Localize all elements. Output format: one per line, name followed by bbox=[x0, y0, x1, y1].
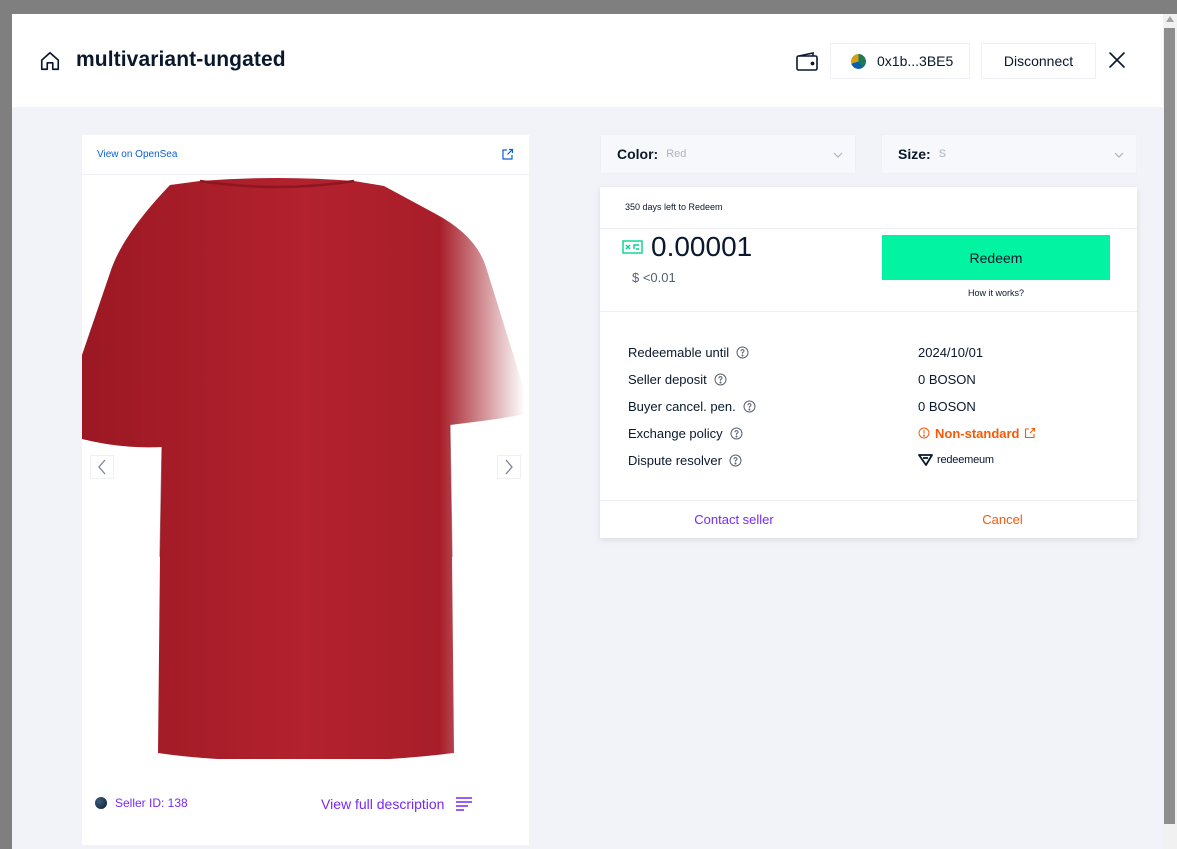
detail-label-text: Seller deposit bbox=[628, 371, 707, 387]
wallet-address-button[interactable]: 0x1b...3BE5 bbox=[830, 43, 970, 79]
chevron-left-icon bbox=[98, 459, 106, 475]
scroll-up-arrow-icon[interactable] bbox=[1166, 16, 1174, 22]
help-circle-icon[interactable] bbox=[729, 454, 742, 467]
text-lines-icon bbox=[456, 797, 473, 811]
detail-label-redeemable-until: Redeemable until bbox=[628, 343, 749, 361]
contact-seller-button[interactable]: Contact seller bbox=[600, 512, 868, 527]
disconnect-button[interactable]: Disconnect bbox=[981, 43, 1096, 79]
exchange-policy-value: Non-standard bbox=[935, 425, 1020, 441]
seller-avatar bbox=[95, 797, 107, 809]
external-link-icon[interactable] bbox=[501, 148, 514, 161]
help-circle-icon[interactable] bbox=[730, 427, 743, 440]
chevron-down-icon bbox=[833, 152, 843, 158]
divider bbox=[600, 228, 1137, 229]
avatar bbox=[851, 53, 866, 69]
redeem-button[interactable]: Redeem bbox=[882, 235, 1110, 280]
chevron-right-icon bbox=[505, 459, 513, 475]
detail-label-text: Redeemable until bbox=[628, 344, 730, 360]
wallet-icon[interactable] bbox=[795, 51, 819, 73]
detail-label-text: Dispute resolver bbox=[628, 452, 722, 468]
divider bbox=[600, 311, 1137, 312]
close-icon[interactable] bbox=[1107, 50, 1127, 70]
divider bbox=[600, 500, 1137, 501]
page-title: multivariant-ungated bbox=[76, 48, 286, 71]
scrollbar-thumb[interactable] bbox=[1164, 28, 1175, 824]
chevron-down-icon bbox=[1114, 152, 1124, 158]
warning-circle-icon bbox=[918, 427, 930, 439]
product-image bbox=[82, 177, 529, 759]
seller-link[interactable]: Seller ID: 138 bbox=[95, 796, 188, 810]
opensea-bar: View on OpenSea bbox=[82, 135, 529, 175]
how-it-works-link[interactable]: How it works? bbox=[882, 288, 1110, 298]
size-select[interactable]: Size: S bbox=[881, 134, 1137, 174]
detail-label-buyer-cancel-penalty: Buyer cancel. pen. bbox=[628, 397, 756, 415]
price-value: 0.00001 bbox=[651, 231, 753, 262]
wallet-address: 0x1b...3BE5 bbox=[877, 53, 954, 69]
size-select-value: S bbox=[938, 148, 947, 160]
redeem-panel: 350 days left to Redeem 0.00001 $ <0.01 … bbox=[600, 187, 1137, 538]
detail-value-seller-deposit: 0 BOSON bbox=[918, 371, 976, 387]
detail-label-seller-deposit: Seller deposit bbox=[628, 370, 727, 388]
detail-value-buyer-cancel-penalty: 0 BOSON bbox=[918, 398, 976, 414]
help-circle-icon[interactable] bbox=[736, 346, 749, 359]
boson-token-icon bbox=[622, 240, 643, 254]
color-select[interactable]: Color: Red bbox=[600, 134, 856, 174]
color-select-value: Red bbox=[666, 148, 687, 160]
detail-label-text: Buyer cancel. pen. bbox=[628, 398, 736, 414]
dispute-resolver-name: redeemeum bbox=[937, 454, 994, 466]
seller-id-label: Seller ID: 138 bbox=[115, 796, 188, 810]
days-left-label: 350 days left to Redeem bbox=[625, 202, 723, 212]
product-modal: multivariant-ungated 0x1b...3BE5 Disconn… bbox=[12, 14, 1163, 849]
cancel-button[interactable]: Cancel bbox=[868, 512, 1137, 527]
price-usd: $ <0.01 bbox=[632, 270, 676, 285]
product-image-card: View on OpenSea Seller ID: 138 View full… bbox=[82, 135, 529, 845]
carousel-next-button[interactable] bbox=[497, 455, 521, 479]
full-description-label: View full description bbox=[321, 796, 445, 812]
size-select-label: Size: bbox=[898, 146, 931, 162]
view-full-description-link[interactable]: View full description bbox=[321, 793, 475, 815]
modal-header: multivariant-ungated 0x1b...3BE5 Disconn… bbox=[12, 14, 1163, 107]
help-circle-icon[interactable] bbox=[714, 373, 727, 386]
view-on-opensea-link[interactable]: View on OpenSea bbox=[97, 149, 177, 160]
detail-value-redeemable-until: 2024/10/01 bbox=[918, 344, 984, 360]
carousel-prev-button[interactable] bbox=[90, 455, 114, 479]
help-circle-icon[interactable] bbox=[743, 400, 756, 413]
external-link-icon bbox=[1024, 427, 1035, 439]
exchange-policy-link[interactable]: Non-standard bbox=[918, 424, 1036, 442]
detail-label-dispute-resolver: Dispute resolver bbox=[628, 451, 742, 469]
redeemeum-logo-icon bbox=[918, 454, 933, 466]
home-icon[interactable] bbox=[39, 50, 61, 72]
color-select-label: Color: bbox=[617, 146, 659, 162]
detail-label-exchange-policy: Exchange policy bbox=[628, 424, 743, 442]
detail-label-text: Exchange policy bbox=[628, 425, 723, 441]
dispute-resolver-value: redeemeum bbox=[918, 451, 994, 469]
